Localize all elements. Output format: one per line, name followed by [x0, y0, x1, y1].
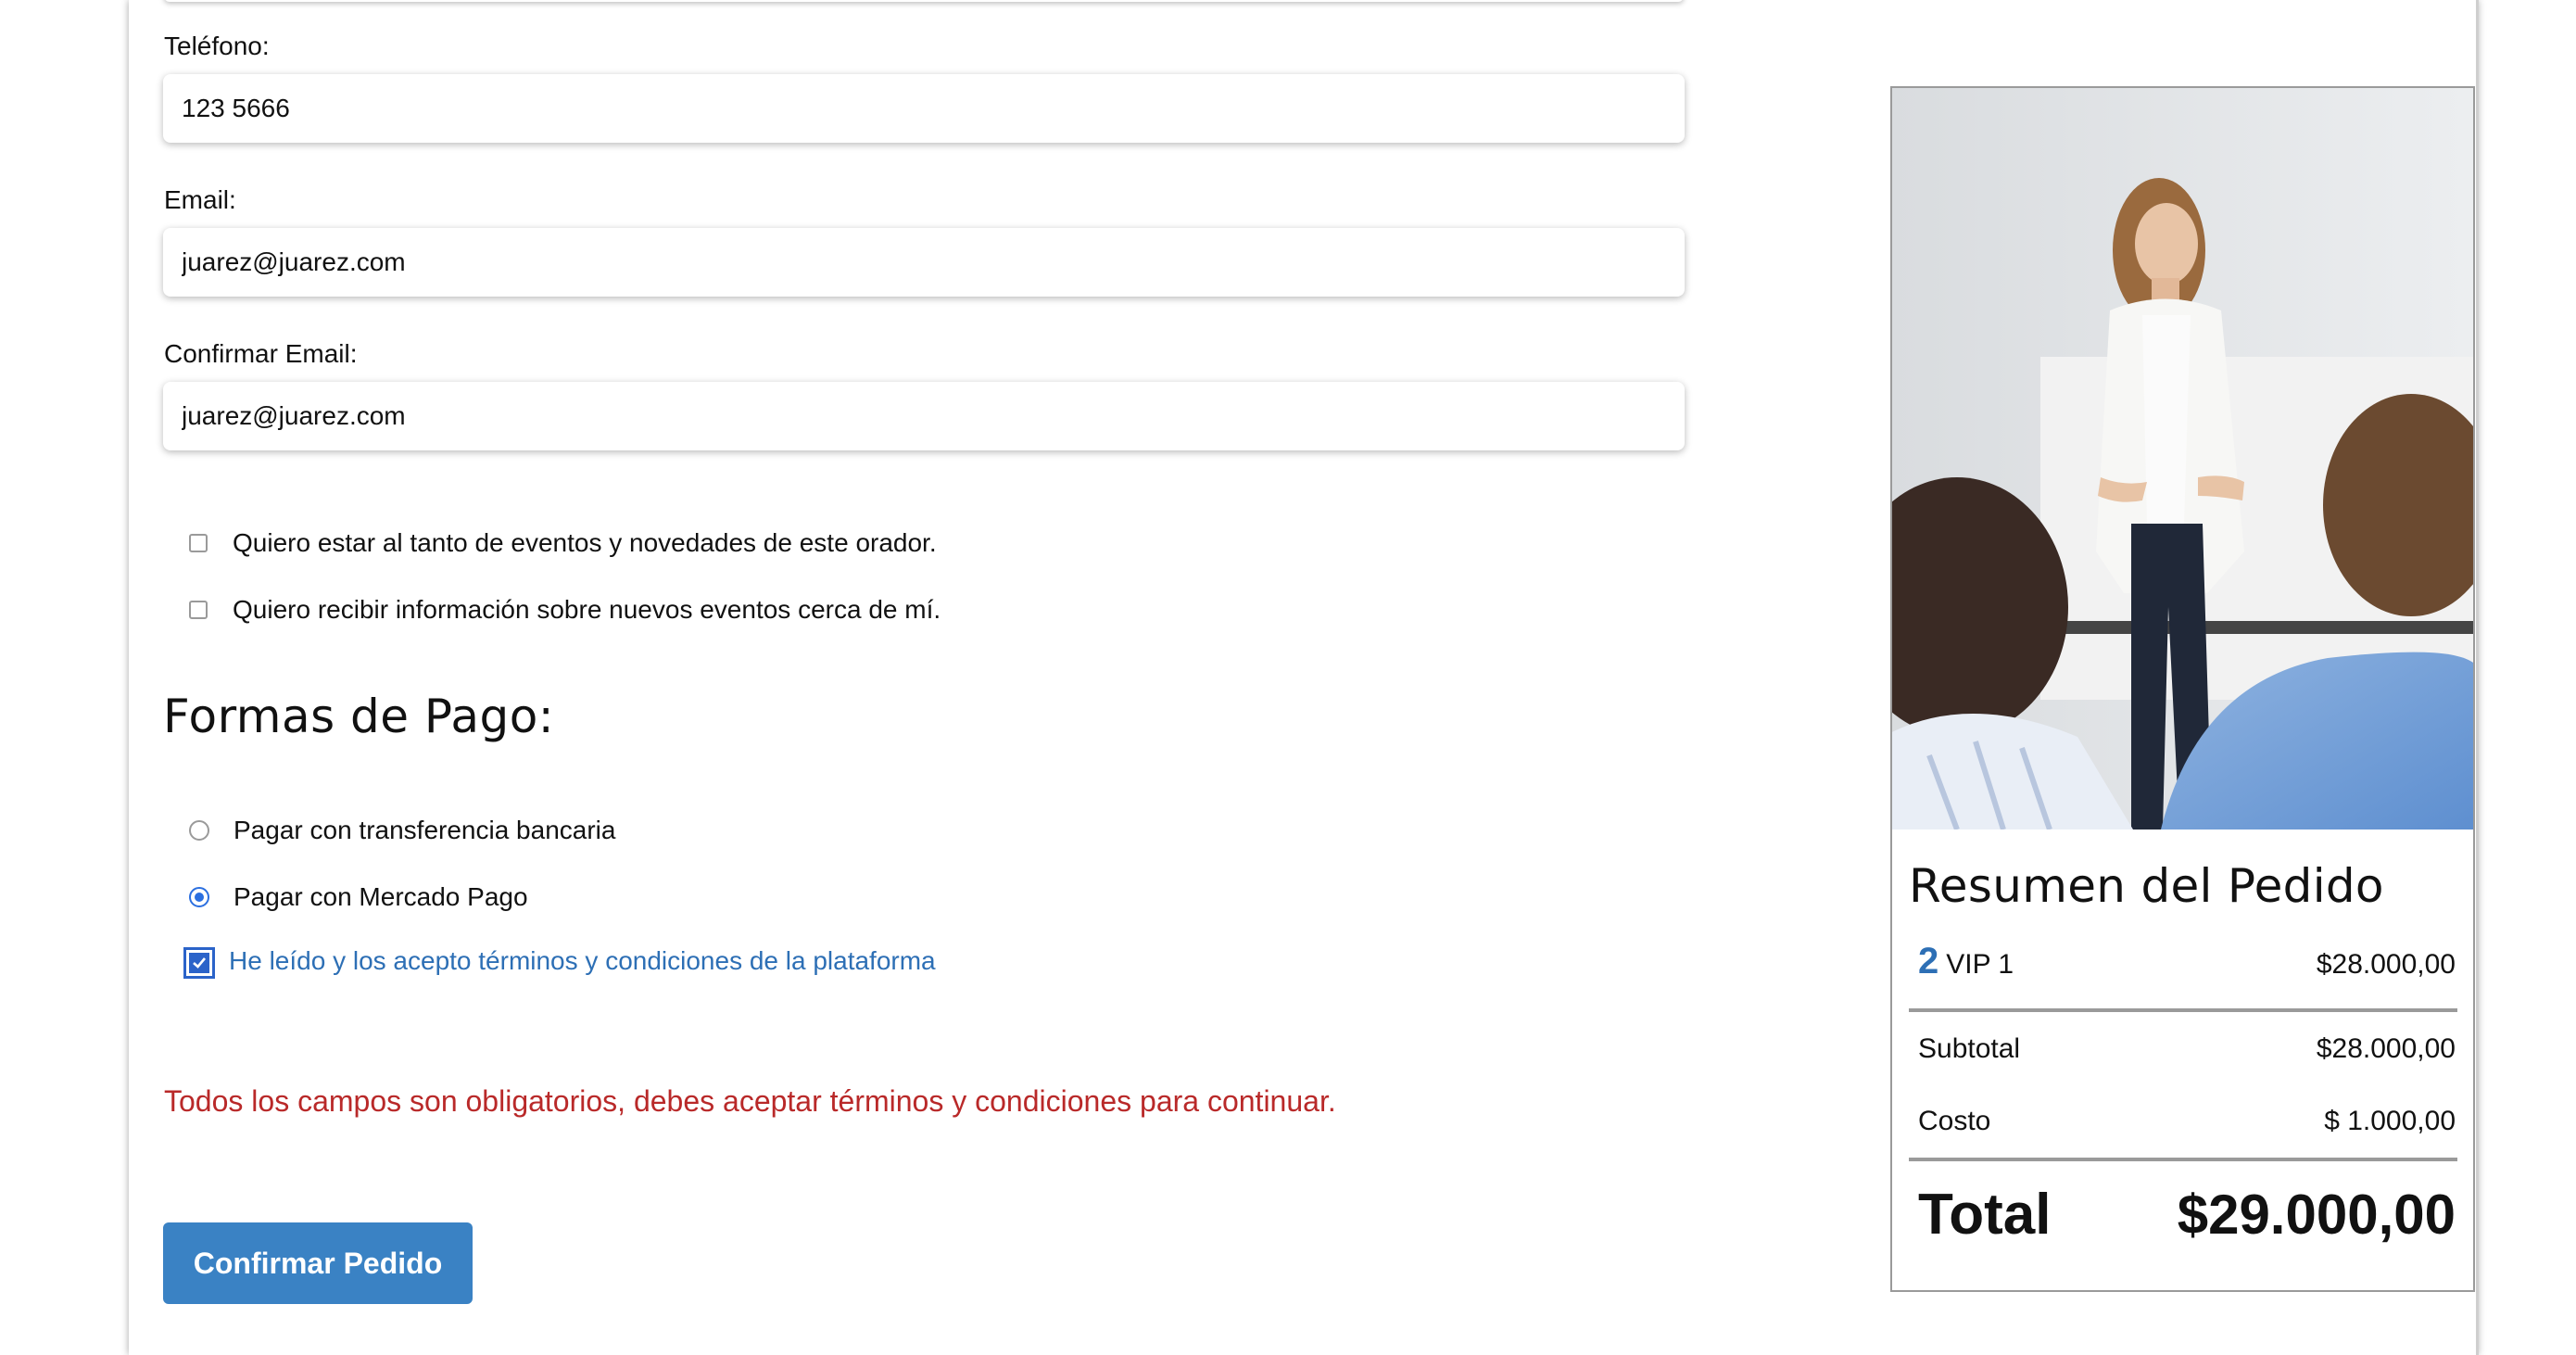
terms-checkbox[interactable] — [183, 947, 215, 979]
order-line-item: 2 VIP 1 $28.000,00 — [1918, 941, 2456, 982]
total-value: $29.000,00 — [2177, 1184, 2456, 1246]
radio-button[interactable] — [189, 820, 209, 841]
subtotal-label: Subtotal — [1918, 1033, 2021, 1064]
cost-row: Costo $ 1.000,00 — [1918, 1106, 2456, 1137]
payment-option-label: Pagar con transferencia bancaria — [234, 816, 616, 844]
error-message: Todos los campos son obligatorios, debes… — [164, 1084, 1336, 1118]
line-item-name: VIP 1 — [1946, 949, 2014, 980]
opt-in-speaker-news[interactable]: Quiero estar al tanto de eventos y noved… — [189, 528, 937, 558]
subtotal-row: Subtotal $28.000,00 — [1918, 1033, 2456, 1065]
line-item-desc: 2 VIP 1 — [1918, 941, 2014, 982]
confirm-email-label: Confirmar Email: — [164, 339, 358, 368]
email-input[interactable] — [163, 228, 1685, 297]
phone-label: Teléfono: — [164, 32, 270, 60]
payment-section-title: Formas de Pago: — [163, 690, 555, 743]
opt-in-nearby-events[interactable]: Quiero recibir información sobre nuevos … — [189, 595, 941, 625]
confirm-order-button[interactable]: Confirmar Pedido — [163, 1222, 473, 1304]
previous-input-field[interactable] — [164, 0, 1684, 2]
divider — [1909, 1008, 2457, 1012]
subtotal-value: $28.000,00 — [2316, 1033, 2456, 1064]
page-edge — [2476, 0, 2479, 1355]
cost-label: Costo — [1918, 1106, 1991, 1136]
checkmark-icon — [189, 953, 209, 973]
payment-option-label: Pagar con Mercado Pago — [234, 882, 528, 911]
payment-option-transfer[interactable]: Pagar con transferencia bancaria — [189, 816, 615, 845]
checkbox[interactable] — [189, 601, 208, 619]
order-summary-card: Resumen del Pedido 2 VIP 1 $28.000,00 Sub… — [1890, 86, 2475, 1292]
total-row: Total $29.000,00 — [1918, 1182, 2456, 1247]
checkbox[interactable] — [189, 534, 208, 552]
phone-input[interactable] — [163, 74, 1685, 143]
opt-in-nearby-events-label: Quiero recibir información sobre nuevos … — [233, 595, 941, 624]
payment-option-mercadopago[interactable]: Pagar con Mercado Pago — [189, 882, 528, 912]
terms-link[interactable]: He leído y los acepto términos y condici… — [229, 946, 936, 976]
line-item-qty: 2 — [1918, 941, 1939, 981]
total-label: Total — [1918, 1183, 2052, 1247]
radio-button-selected[interactable] — [189, 887, 209, 907]
opt-in-speaker-news-label: Quiero estar al tanto de eventos y noved… — [233, 528, 937, 557]
cost-value: $ 1.000,00 — [2324, 1106, 2456, 1136]
order-summary-title: Resumen del Pedido — [1909, 859, 2384, 913]
divider — [1909, 1158, 2457, 1161]
event-speaker-photo — [1892, 88, 2473, 829]
confirm-email-input[interactable] — [163, 382, 1685, 450]
email-label: Email: — [164, 185, 236, 214]
line-item-price: $28.000,00 — [2316, 949, 2456, 980]
